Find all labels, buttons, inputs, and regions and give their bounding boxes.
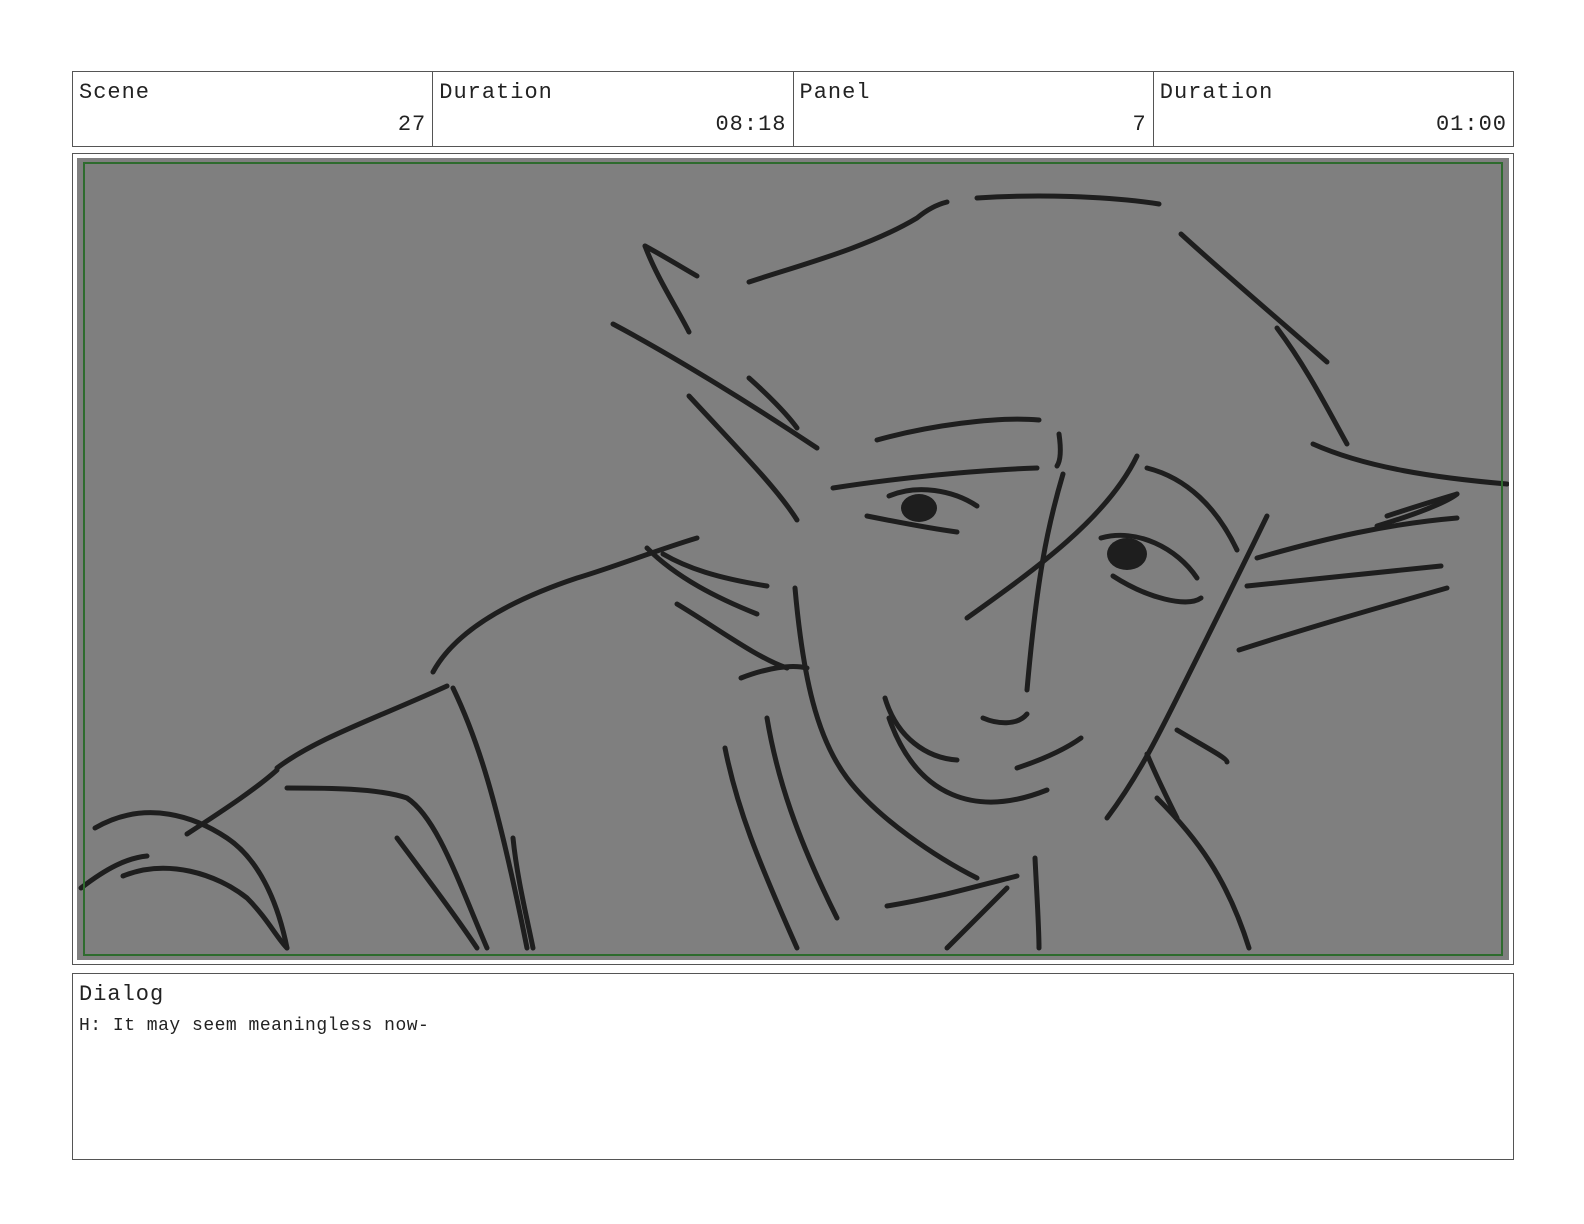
scene-duration-value: 08:18	[715, 112, 787, 137]
scene-number: 27	[397, 112, 427, 137]
scene-duration-label: Duration	[439, 80, 553, 105]
character-sketch	[78, 193, 1509, 951]
dialog-box: Dialog H: It may seem meaningless now-	[72, 973, 1514, 1160]
scene-label: Scene	[79, 80, 151, 105]
scene-cell: Scene 27	[73, 72, 434, 146]
storyboard-header: Scene 27 Duration 08:18 Panel 7 Duration…	[72, 71, 1514, 147]
dialog-label: Dialog	[79, 982, 165, 1007]
panel-duration-value: 01:00	[1435, 112, 1507, 137]
dialog-text: H: It may seem meaningless now-	[79, 1016, 430, 1036]
panel-label: Panel	[799, 80, 871, 105]
panel-number: 7	[1132, 112, 1147, 137]
panel-artwork	[77, 158, 1509, 960]
storyboard-panel	[72, 153, 1514, 965]
scene-duration-cell: Duration 08:18	[433, 72, 794, 146]
panel-duration-label: Duration	[1159, 80, 1274, 105]
panel-cell: Panel 7	[794, 72, 1154, 146]
panel-duration-cell: Duration 01:00	[1154, 72, 1513, 146]
